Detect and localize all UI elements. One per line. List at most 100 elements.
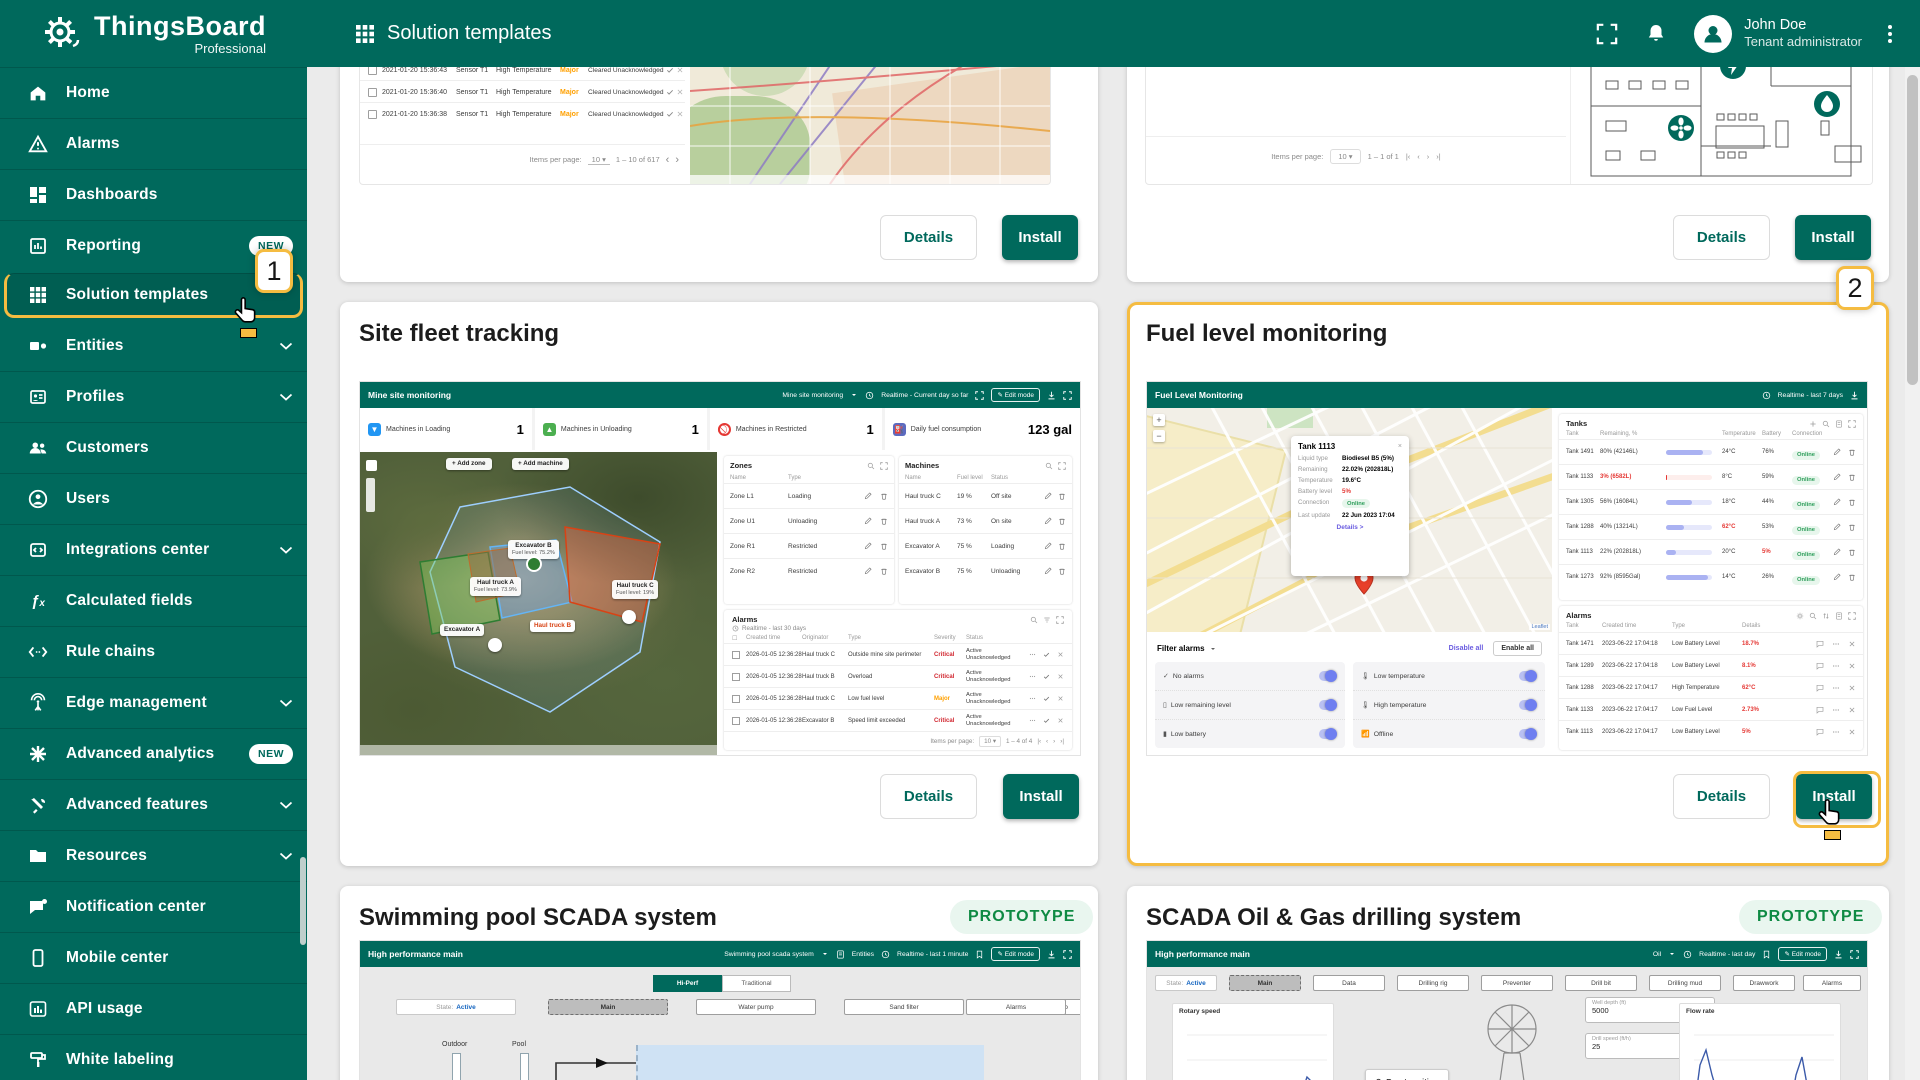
disable-all-button: Disable all [1449,645,1484,652]
sidebar-item-home[interactable]: Home [0,67,307,118]
user-name: John Doe [1744,16,1862,34]
machine-marker [488,638,502,652]
details-button[interactable]: Details [880,215,977,260]
folder-icon [26,844,50,868]
install-button[interactable]: Install [1003,774,1079,819]
dashboards-icon [26,183,50,207]
fuel-icon: ⛽ [893,423,906,436]
zones-panel: Zones NameType Zone L1Loading Zone U1Unl… [724,456,894,604]
template-card-swimming-pool-scada: Swimming pool SCADA system PROTOTYPE Hig… [340,886,1098,1080]
sidebar-item-advanced-features[interactable]: Advanced features [0,779,307,830]
prev-page-button[interactable]: ‹ [1417,152,1420,161]
cursor-pointer-1 [232,296,262,328]
fullscreen-button[interactable] [1596,23,1618,45]
card-title: Site fleet tracking [359,320,559,348]
add-zone-button: + Add zone [446,458,492,470]
function-icon: ƒx [26,589,50,613]
bell-icon [1644,22,1668,46]
toggle-high-temperature [1519,700,1537,710]
solution-templates-icon [26,283,50,307]
sidebar-item-mobile-center[interactable]: Mobile center [0,932,307,983]
close-icon: × [1398,443,1402,450]
annotation-step-2: 2 [1836,266,1874,310]
prototype-badge: PROTOTYPE [950,900,1093,934]
sidebar-item-rule-chains[interactable]: Rule chains [0,626,307,677]
reporting-icon [26,234,50,258]
page-title: Solution templates [387,22,552,45]
map-locate-button [366,460,377,471]
customers-icon [26,436,50,460]
template-card-partial-left: 2021-01-20 15:36:43 Sensor T1 High Tempe… [340,30,1098,282]
analytics-pattern-icon [26,742,50,766]
sidebar-item-dashboards[interactable]: Dashboards [0,169,307,220]
sidebar-item-integrations-center[interactable]: Integrations center [0,524,307,575]
sidebar-item-white-labeling[interactable]: White labeling [0,1034,307,1080]
checkbox[interactable] [368,88,377,97]
machine-chip: Haul truck B [530,620,575,632]
sidebar: Home Alarms Dashboards Reporting NEW Sol… [0,67,307,1080]
page-size-select[interactable]: 10 ▾ [588,155,610,165]
alarm-warning-icon [26,132,50,156]
map-attribution: Leaflet [1529,624,1550,630]
sidebar-item-profiles[interactable]: Profiles [0,371,307,422]
sidebar-item-api-usage[interactable]: API usage [0,983,307,1034]
chevron-down-icon [279,699,293,707]
edge-antenna-icon [26,691,50,715]
next-page-button[interactable]: › [675,154,679,166]
prev-page-button[interactable]: ‹ [666,154,670,166]
restricted-icon: ⃠ [718,423,731,436]
machine-chip: Haul truck CFuel level: 19% [612,580,658,599]
timewindow: Realtime - Current day so far [881,392,968,399]
loading-icon: ▼ [368,423,381,436]
pagination: Items per page: 10 ▾ 1 – 10 of 617 ‹ › [360,144,685,174]
pagination: Items per page: 10 ▾ 1 – 4 of 4 |‹‹››| [724,731,1072,751]
user-icon [26,487,50,511]
machines-panel: Machines NameFuel levelStatus Haul truck… [899,456,1072,604]
details-button[interactable]: Details [880,774,977,819]
zoom-out-button: − [1153,430,1165,442]
solution-templates-grid-icon [355,24,375,44]
sidebar-item-calculated-fields[interactable]: ƒx Calculated fields [0,575,307,626]
state-selector: Mine site monitoring [782,392,843,399]
zoom-in-button: + [1153,414,1165,426]
timewindow: Realtime - last 7 days [1778,392,1843,399]
more-options-button[interactable] [1888,22,1892,46]
next-page-button[interactable]: › [1427,152,1430,161]
sidebar-item-alarms[interactable]: Alarms [0,118,307,169]
details-button[interactable]: Details [1673,774,1770,819]
page-scrollbar[interactable] [1905,67,1920,1080]
template-card-scada-oil-gas: SCADA Oil & Gas drilling system PROTOTYP… [1127,886,1889,1080]
page-size-select[interactable]: 10 ▾ [1330,149,1360,164]
user-menu[interactable]: John Doe Tenant administrator [1694,15,1862,53]
satellite-map: + Add zone + Add machine Excavator BFuel… [360,452,717,755]
toggle-no-alarms [1319,671,1337,681]
popup-details-link: Details > [1291,524,1409,531]
last-page-button[interactable]: ›| [1436,152,1440,161]
fleet-alarms-panel: Alarms Realtime - last 30 days ☐ Created… [724,610,1072,750]
logo-gear-icon [40,12,84,56]
scrollbar-thumb[interactable] [1907,75,1918,385]
install-button[interactable]: Install [1795,215,1871,260]
details-button[interactable]: Details [1673,215,1770,260]
chevron-down-icon [279,342,293,350]
first-page-button[interactable]: |‹ [1406,152,1410,161]
sidebar-scrollbar[interactable] [300,857,306,945]
notifications-bell-button[interactable] [1644,22,1668,46]
nav-alarms: Alarms [966,999,1066,1015]
template-card-site-fleet-tracking: Site fleet tracking Mine site monitoring… [340,302,1098,866]
sidebar-item-users[interactable]: Users [0,473,307,524]
sidebar-item-notification-center[interactable]: Notification center [0,881,307,932]
install-button[interactable]: Install [1002,215,1078,260]
sidebar-item-customers[interactable]: Customers [0,422,307,473]
machine-chip: Excavator A [440,624,484,636]
sidebar-item-advanced-analytics[interactable]: Advanced analytics NEW [0,728,307,779]
checkbox[interactable] [368,110,377,119]
sidebar-item-edge-management[interactable]: Edge management [0,677,307,728]
chevron-down-icon [279,546,293,554]
sidebar-item-resources[interactable]: Resources [0,830,307,881]
thingsboard-logo[interactable]: ThingsBoard Professional [0,12,307,56]
render-mode-tabs: Hi-Perf Traditional [653,975,791,992]
add-machine-button: + Add machine [512,458,569,470]
logo-subtitle: Professional [94,42,266,55]
fleet-preview-image: Mine site monitoring Mine site monitorin… [359,381,1081,756]
